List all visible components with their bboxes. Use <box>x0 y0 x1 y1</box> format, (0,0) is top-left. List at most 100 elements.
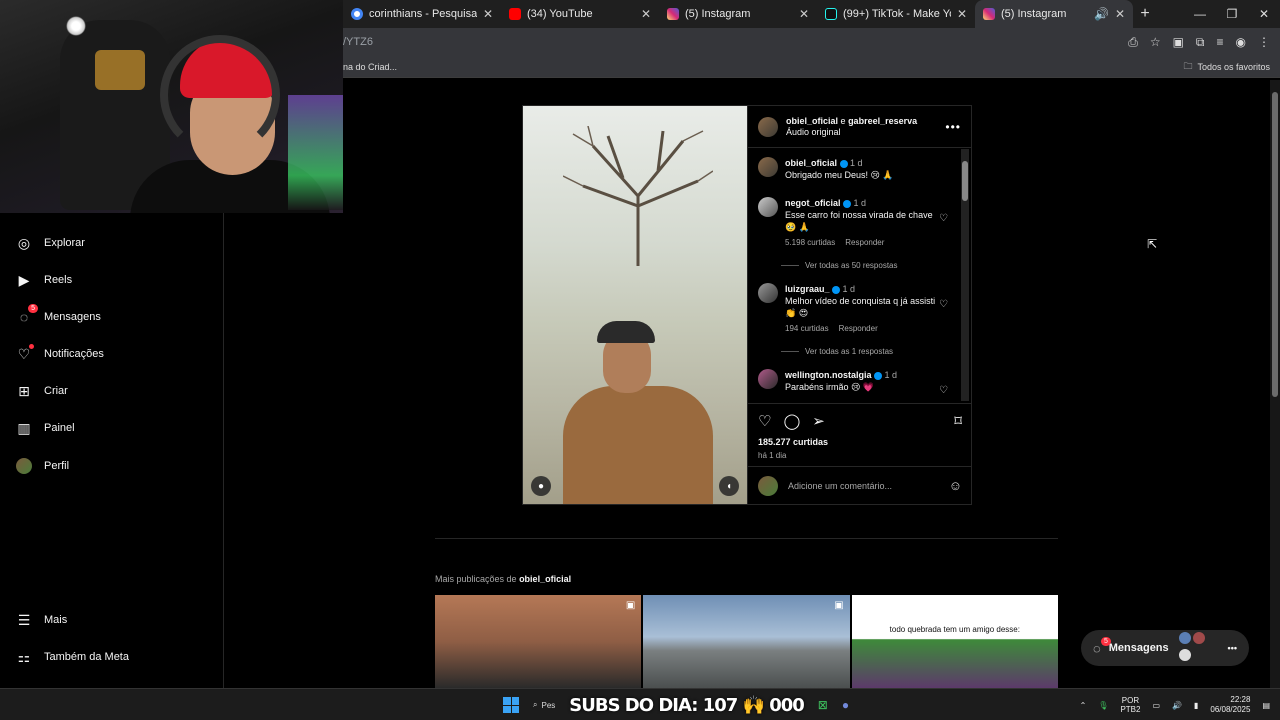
scroll-thumb[interactable] <box>962 161 968 201</box>
scroll-thumb[interactable] <box>1272 92 1278 397</box>
comment-user[interactable]: luizgraau_ <box>785 284 830 294</box>
comment-item: luizgraau_ 1 d Melhor vídeo de conquista… <box>758 283 958 335</box>
sidebar-item-explorar[interactable]: ◎ Explorar <box>16 235 85 251</box>
battery-icon[interactable]: ▮ <box>1194 701 1198 710</box>
heart-icon[interactable]: ♡ <box>939 213 948 225</box>
speaker-icon[interactable]: 🔊 <box>1094 7 1109 21</box>
emoji-icon[interactable]: ☺ <box>949 478 962 493</box>
notification-center-icon[interactable]: ▤ <box>1262 701 1270 710</box>
sidebar-item-painel[interactable]: ▥ Painel <box>16 420 75 436</box>
browser-tabbar: corinthians - Pesquisa Google ✕ (34) You… <box>343 0 1280 28</box>
heart-icon[interactable]: ♡ <box>939 385 948 397</box>
user-tag-icon[interactable]: ● <box>531 476 551 496</box>
reply-button[interactable]: Responder <box>845 238 884 247</box>
close-icon[interactable]: ✕ <box>483 7 493 21</box>
avatar[interactable] <box>758 197 778 217</box>
tab-instagram-active[interactable]: (5) Instagram 🔊 ✕ <box>975 0 1133 28</box>
close-icon[interactable]: ✕ <box>799 7 809 21</box>
more-posts-user[interactable]: obiel_oficial <box>519 574 571 584</box>
view-replies-label: Ver todas as 50 respostas <box>805 261 898 270</box>
sidebar-item-mais[interactable]: ☰ Mais <box>16 612 68 628</box>
mic-icon[interactable]: 🎙 <box>1098 701 1108 710</box>
notification-badge: 5 <box>28 304 38 313</box>
sidebar-item-label: Painel <box>44 422 75 434</box>
minimize-icon[interactable]: — <box>1184 7 1216 21</box>
post-thumbnail[interactable]: ▣ <box>435 595 642 688</box>
post-thumbnail[interactable]: todo quebrada tem um amigo desse: <box>851 595 1058 688</box>
folder-icon: 🗀 <box>1183 60 1193 71</box>
avatar[interactable] <box>758 157 778 177</box>
windows-start-icon[interactable] <box>503 697 519 713</box>
comment-likes[interactable]: 5.198 curtidas <box>785 238 835 247</box>
discord-icon[interactable]: ● <box>842 698 849 712</box>
like-icon[interactable]: ♡ <box>758 412 771 430</box>
view-replies[interactable]: Ver todas as 50 respostas <box>781 261 898 270</box>
tab-youtube[interactable]: (34) YouTube ✕ <box>501 0 659 28</box>
post-thumbnail[interactable]: ▣ <box>643 595 850 688</box>
author-link[interactable]: obiel_oficial <box>786 116 838 126</box>
bookmark-item[interactable]: na do Criad... <box>343 62 397 72</box>
all-bookmarks[interactable]: 🗀 Todos os favoritos <box>1183 59 1280 75</box>
heart-icon[interactable]: ♡ <box>939 299 948 311</box>
extension-icon[interactable]: ▣ <box>1173 35 1184 50</box>
xbox-icon[interactable]: ⊠ <box>818 698 828 712</box>
comment-input[interactable]: Adicione um comentário... <box>788 481 892 491</box>
audio-label[interactable]: Áudio original <box>786 127 841 137</box>
chevron-up-icon[interactable]: ⌃ <box>1080 701 1087 710</box>
sidebar-item-meta[interactable]: ⚏ Também da Meta <box>16 649 129 665</box>
bookmark-icon[interactable]: ⌑ <box>954 412 962 430</box>
tab-instagram-1[interactable]: (5) Instagram ✕ <box>659 0 817 28</box>
share-icon[interactable]: ➢ <box>812 412 825 430</box>
new-tab-button[interactable]: + <box>1133 5 1157 23</box>
avatar[interactable] <box>758 116 778 137</box>
tab-tiktok[interactable]: (99+) TikTok - Make Your Day ✕ <box>817 0 975 28</box>
sidebar-item-mensagens[interactable]: ◌ 5 Mensagens <box>16 304 101 325</box>
comment-user[interactable]: wellington.nostalgia <box>785 370 872 380</box>
volume-icon[interactable]: ◖ <box>719 476 739 496</box>
language-indicator[interactable]: POR PTB2 <box>1120 696 1140 714</box>
sidebar-item-notificacoes[interactable]: ♡ Notificações <box>16 344 104 362</box>
puzzle-icon[interactable]: ⧉ <box>1196 35 1205 50</box>
avatar[interactable] <box>758 283 778 303</box>
clock[interactable]: 22:28 06/08/2025 <box>1210 695 1250 715</box>
close-icon[interactable]: ✕ <box>957 7 967 21</box>
comment-icon[interactable]: ◯ <box>783 412 800 430</box>
close-window-icon[interactable]: ✕ <box>1248 7 1280 21</box>
like-count[interactable]: 185.277 curtidas <box>758 437 962 447</box>
restore-icon[interactable]: ❐ <box>1216 7 1248 21</box>
reply-button[interactable]: Responder <box>839 324 878 333</box>
address-bar[interactable]: /YTZ6 ⎙ ☆ ▣ ⧉ ≡ ◉ ⋮ <box>343 28 1280 56</box>
avatar[interactable] <box>758 369 778 389</box>
sidebar-item-reels[interactable]: ▶ Reels <box>16 272 73 288</box>
profile-icon[interactable]: ◉ <box>1236 35 1246 50</box>
playlist-icon[interactable]: ≡ <box>1217 35 1224 50</box>
avatar <box>16 458 32 474</box>
comment-likes[interactable]: 194 curtidas <box>785 324 829 333</box>
person-cap <box>597 321 655 343</box>
messages-button[interactable]: ◌ 5 Mensagens ••• <box>1081 630 1249 666</box>
close-icon[interactable]: ✕ <box>1115 7 1125 21</box>
view-replies[interactable]: Ver todas as 1 respostas <box>781 347 893 356</box>
close-icon[interactable]: ✕ <box>641 7 651 21</box>
more-options-icon[interactable]: ••• <box>945 120 961 134</box>
sidebar-item-perfil[interactable]: Perfil <box>16 458 69 474</box>
comment-item: wellington.nostalgia 1 d Parabéns irmão … <box>758 369 958 396</box>
taskbar-search[interactable]: ⌕ Pes <box>533 700 555 710</box>
instagram-sidebar: ◎ Explorar ▶ Reels ◌ 5 Mensagens ♡ Notifi… <box>0 213 224 688</box>
volume-icon[interactable]: 🔊 <box>1172 701 1182 710</box>
tab-google[interactable]: corinthians - Pesquisa Google ✕ <box>343 0 501 28</box>
kebab-menu-icon[interactable]: ⋮ <box>1258 35 1270 50</box>
author-link[interactable]: gabreel_reserva <box>848 116 917 126</box>
notification-badge: 5 <box>1101 637 1111 646</box>
star-icon[interactable]: ☆ <box>1150 35 1161 50</box>
post-video[interactable]: ● ◖ <box>522 105 748 505</box>
comment-user[interactable]: obiel_oficial <box>785 158 837 168</box>
more-icon[interactable]: ••• <box>1228 643 1237 653</box>
network-icon[interactable]: ▭ <box>1152 701 1160 710</box>
page-scrollbar[interactable] <box>1270 80 1280 688</box>
comments-scrollbar[interactable] <box>961 149 969 401</box>
comment-user[interactable]: negot_oficial <box>785 198 841 208</box>
install-icon[interactable]: ⎙ <box>1128 35 1138 50</box>
sidebar-item-criar[interactable]: ⊞ Criar <box>16 383 68 399</box>
reels-icon: ▣ <box>625 600 636 611</box>
